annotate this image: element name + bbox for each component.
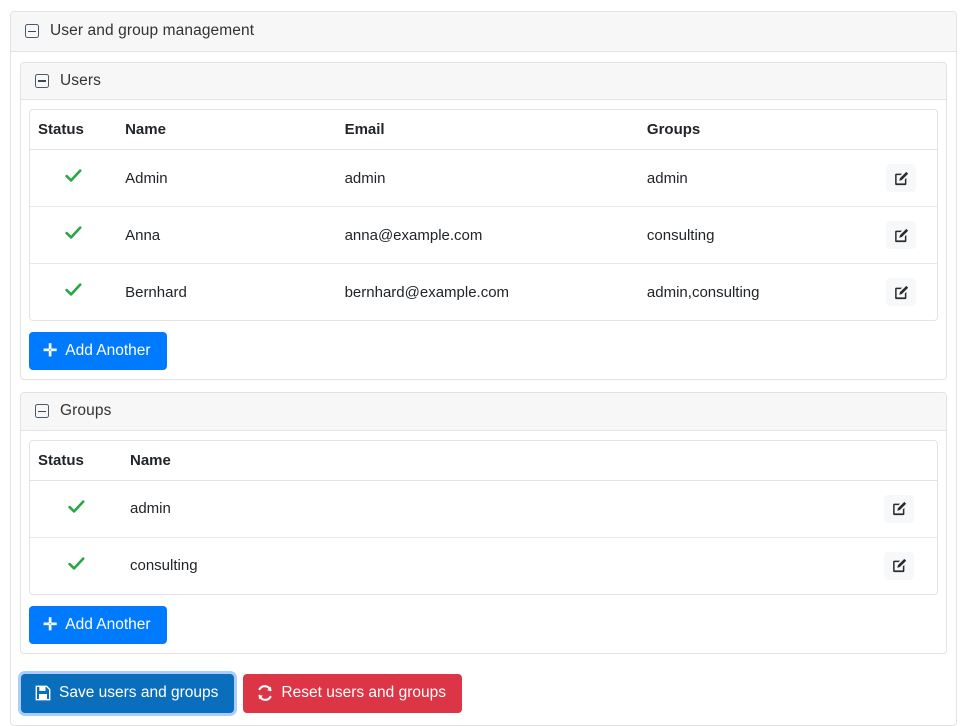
minus-square-icon[interactable] bbox=[35, 404, 49, 418]
groups-table: Status Name bbox=[30, 441, 937, 594]
groups-col-header-name: Name bbox=[122, 441, 861, 481]
groups-table-wrapper: Status Name bbox=[29, 440, 938, 595]
table-row: consulting bbox=[30, 537, 937, 594]
panel-body: Users Status Name Email Groups bbox=[11, 52, 956, 663]
users-col-header-email: Email bbox=[337, 110, 639, 150]
footer-actions: Save users and groups Reset users and gr… bbox=[11, 663, 956, 725]
user-status-cell bbox=[30, 207, 117, 264]
users-section-header: Users bbox=[21, 63, 946, 101]
save-users-and-groups-button[interactable]: Save users and groups bbox=[21, 674, 234, 713]
table-row: admin bbox=[30, 480, 937, 537]
user-groups-cell: admin bbox=[639, 150, 866, 207]
users-section-title: Users bbox=[60, 72, 101, 91]
user-email-cell: anna@example.com bbox=[337, 207, 639, 264]
users-section: Users Status Name Email Groups bbox=[20, 62, 947, 381]
group-status-cell bbox=[30, 537, 122, 594]
add-group-button[interactable]: ✛ Add Another bbox=[29, 606, 167, 644]
refresh-sync-icon bbox=[257, 685, 273, 701]
user-name-cell: Bernhard bbox=[117, 264, 336, 321]
groups-col-header-status: Status bbox=[30, 441, 122, 481]
add-group-button-label: Add Another bbox=[65, 617, 150, 633]
users-table-head: Status Name Email Groups bbox=[30, 110, 937, 150]
user-groups-cell: consulting bbox=[639, 207, 866, 264]
save-button-label: Save users and groups bbox=[59, 685, 218, 701]
groups-header-row: Status Name bbox=[30, 441, 937, 481]
edit-user-button[interactable] bbox=[886, 164, 916, 192]
users-table-body: Admin admin admin bbox=[30, 150, 937, 321]
users-table: Status Name Email Groups bbox=[30, 110, 937, 320]
table-row: Bernhard bernhard@example.com admin,cons… bbox=[30, 264, 937, 321]
user-status-cell bbox=[30, 150, 117, 207]
users-table-wrapper: Status Name Email Groups bbox=[29, 109, 938, 321]
groups-section-title: Groups bbox=[60, 402, 111, 421]
minus-square-icon[interactable] bbox=[25, 24, 39, 38]
edit-pencil-icon bbox=[892, 501, 907, 516]
user-groups-cell: admin,consulting bbox=[639, 264, 866, 321]
user-actions-cell bbox=[866, 207, 937, 264]
edit-user-button[interactable] bbox=[886, 221, 916, 249]
group-actions-cell bbox=[861, 537, 937, 594]
edit-pencil-icon bbox=[894, 171, 909, 186]
user-group-management-panel: User and group management Users Status N… bbox=[10, 11, 957, 726]
groups-section-header: Groups bbox=[21, 393, 946, 431]
edit-group-button[interactable] bbox=[884, 495, 914, 523]
reset-users-and-groups-button[interactable]: Reset users and groups bbox=[243, 674, 462, 713]
group-name-cell: admin bbox=[122, 480, 861, 537]
plus-icon: ✛ bbox=[43, 616, 57, 633]
user-status-cell bbox=[30, 264, 117, 321]
add-user-button-label: Add Another bbox=[65, 343, 150, 359]
minus-square-icon[interactable] bbox=[35, 74, 49, 88]
floppy-save-icon bbox=[35, 685, 51, 701]
edit-group-button[interactable] bbox=[884, 552, 914, 580]
users-col-header-groups: Groups bbox=[639, 110, 866, 150]
add-user-button[interactable]: ✛ Add Another bbox=[29, 332, 167, 370]
edit-user-button[interactable] bbox=[886, 278, 916, 306]
user-email-cell: admin bbox=[337, 150, 639, 207]
edit-pencil-icon bbox=[894, 285, 909, 300]
reset-button-label: Reset users and groups bbox=[281, 685, 446, 701]
group-actions-cell bbox=[861, 480, 937, 537]
user-name-cell: Admin bbox=[117, 150, 336, 207]
groups-col-header-actions bbox=[861, 441, 937, 481]
check-icon bbox=[65, 283, 82, 297]
user-actions-cell bbox=[866, 150, 937, 207]
groups-section: Groups Status Name bbox=[20, 392, 947, 654]
edit-pencil-icon bbox=[894, 228, 909, 243]
page-title: User and group management bbox=[50, 22, 254, 41]
group-name-cell: consulting bbox=[122, 537, 861, 594]
group-status-cell bbox=[30, 480, 122, 537]
users-section-body: Status Name Email Groups bbox=[21, 100, 946, 379]
users-col-header-name: Name bbox=[117, 110, 336, 150]
users-col-header-actions bbox=[866, 110, 937, 150]
check-icon bbox=[65, 226, 82, 240]
groups-table-head: Status Name bbox=[30, 441, 937, 481]
table-row: Anna anna@example.com consulting bbox=[30, 207, 937, 264]
check-icon bbox=[68, 557, 85, 571]
plus-icon: ✛ bbox=[43, 342, 57, 359]
edit-pencil-icon bbox=[892, 558, 907, 573]
user-actions-cell bbox=[866, 264, 937, 321]
user-email-cell: bernhard@example.com bbox=[337, 264, 639, 321]
users-col-header-status: Status bbox=[30, 110, 117, 150]
users-header-row: Status Name Email Groups bbox=[30, 110, 937, 150]
groups-section-body: Status Name bbox=[21, 431, 946, 653]
table-row: Admin admin admin bbox=[30, 150, 937, 207]
check-icon bbox=[65, 169, 82, 183]
panel-header: User and group management bbox=[11, 12, 956, 52]
user-name-cell: Anna bbox=[117, 207, 336, 264]
groups-table-body: admin bbox=[30, 480, 937, 594]
check-icon bbox=[68, 500, 85, 514]
